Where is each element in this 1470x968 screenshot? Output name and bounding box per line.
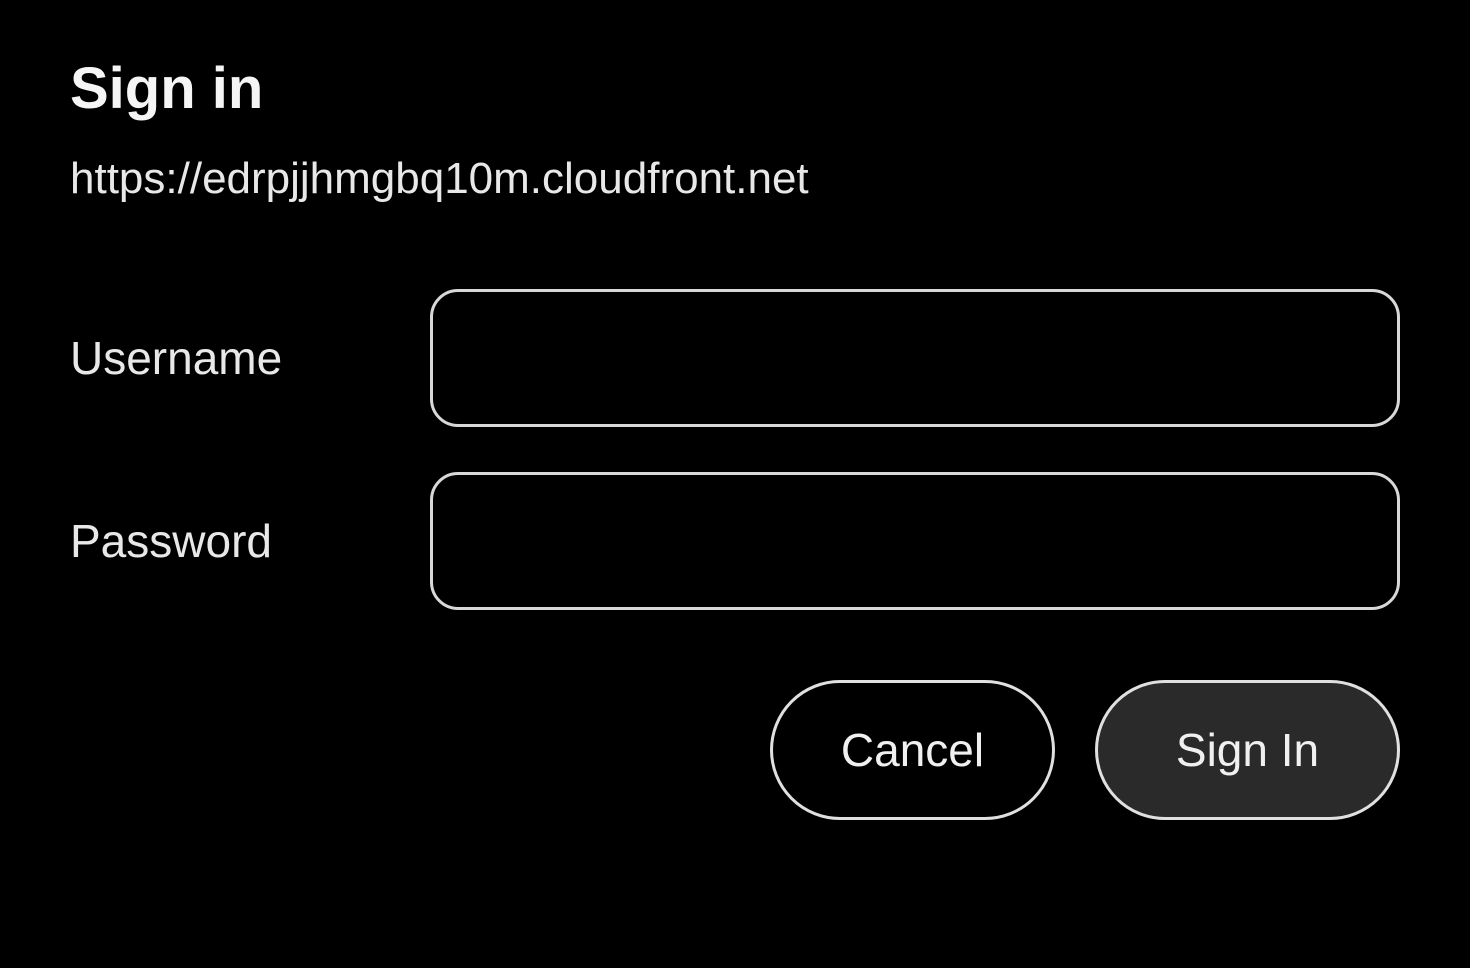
username-label: Username	[70, 331, 430, 385]
dialog-title: Sign in	[70, 55, 1400, 122]
dialog-url: https://edrpjjhmgbq10m.cloudfront.net	[70, 154, 1400, 204]
auth-dialog: Sign in https://edrpjjhmgbq10m.cloudfron…	[70, 55, 1400, 820]
username-input[interactable]	[430, 289, 1400, 427]
password-label: Password	[70, 514, 430, 568]
cancel-button[interactable]: Cancel	[770, 680, 1055, 820]
password-row: Password	[70, 472, 1400, 610]
username-row: Username	[70, 289, 1400, 427]
button-row: Cancel Sign In	[70, 680, 1400, 820]
password-input[interactable]	[430, 472, 1400, 610]
signin-button[interactable]: Sign In	[1095, 680, 1400, 820]
